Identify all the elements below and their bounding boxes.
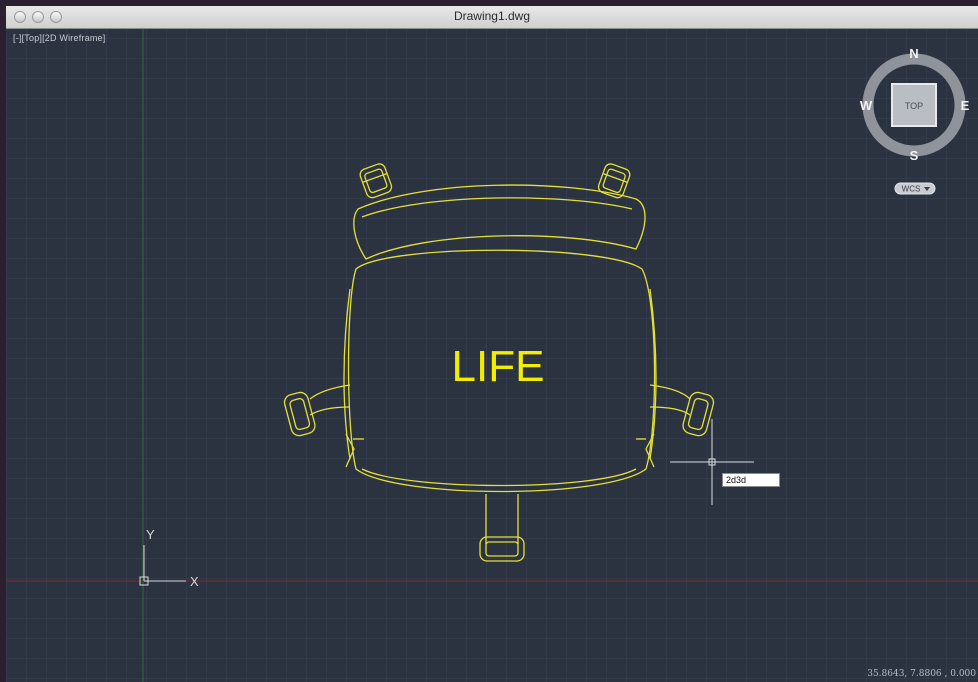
wcs-label: WCS (902, 185, 921, 194)
coordinate-readout: 35.8643, 7.8806 , 0.000 (867, 669, 976, 679)
viewport-controls-label[interactable]: [-][Top][2D Wireframe] (13, 33, 105, 43)
dynamic-input-tooltip[interactable]: 2d3d (722, 473, 780, 487)
drawing-viewport[interactable]: LIFE Y X TOP N S E W WCS [-][Top][2D Wir… (6, 29, 978, 682)
app-window: Drawing1.dwg LIFE Y X TOP N S E W WCS [-… (6, 6, 978, 682)
compass-east[interactable]: E (961, 98, 970, 113)
drawing-canvas[interactable]: LIFE Y X TOP N S E W WCS (6, 29, 978, 682)
title-bar[interactable]: Drawing1.dwg (6, 6, 978, 29)
compass-west[interactable]: W (860, 98, 873, 113)
window-title: Drawing1.dwg (453, 9, 531, 23)
drawing-text[interactable]: LIFE (452, 342, 545, 391)
viewcube-face-label: TOP (905, 101, 923, 111)
ucs-y-label: Y (146, 527, 155, 542)
compass-south[interactable]: S (910, 148, 919, 163)
ucs-x-label: X (190, 574, 199, 589)
compass-north[interactable]: N (909, 46, 918, 61)
